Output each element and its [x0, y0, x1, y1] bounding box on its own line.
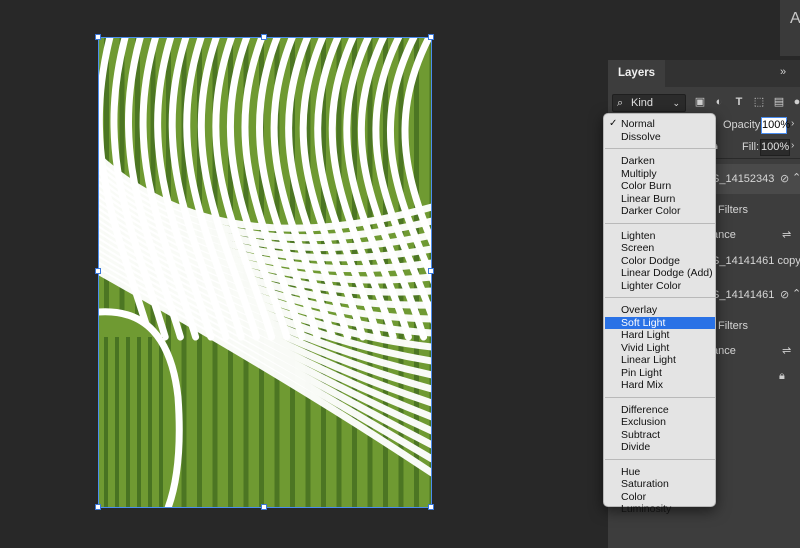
layer-filter-toolbar: ⌕ Kind ⌄ ▣ ◐ T ⬚ ▤ ●: [608, 90, 800, 114]
blend-mode-item-vivid-light[interactable]: Vivid Light: [605, 342, 715, 355]
smart-filters-label: Filters: [718, 320, 748, 332]
chevron-down-icon: ⌄: [672, 98, 680, 108]
menu-separator: [605, 458, 715, 460]
smart-filter-icon: ⊘: [780, 289, 790, 301]
opacity-label: Opacity:: [723, 119, 764, 131]
blend-mode-item-hue[interactable]: Hue: [605, 466, 715, 479]
shape-filter-icon[interactable]: ⬚: [752, 95, 766, 109]
blend-mode-item-color[interactable]: Color: [605, 491, 715, 504]
magnifier-icon: ⌕: [617, 97, 624, 109]
menu-separator: [605, 297, 715, 298]
layer-name: S_14141461 copy: [712, 255, 800, 267]
fill-dropdown-icon[interactable]: ›: [791, 140, 794, 151]
layer-name: S_14152343: [712, 173, 775, 185]
document-canvas[interactable]: [98, 37, 432, 508]
blend-mode-item-linear-burn[interactable]: Linear Burn: [605, 193, 715, 206]
filter-toggle-icon[interactable]: ●: [790, 95, 800, 109]
image-filter-icon[interactable]: ▣: [693, 95, 707, 109]
menu-separator: [605, 148, 715, 149]
blend-mode-item-hard-mix[interactable]: Hard Mix: [605, 379, 715, 392]
blend-mode-item-color-dodge[interactable]: Color Dodge: [605, 255, 715, 268]
blend-mode-item-exclusion[interactable]: Exclusion: [605, 416, 715, 429]
layer-name: S_14141461: [712, 289, 775, 301]
transform-handle-top-left[interactable]: [95, 34, 101, 40]
transform-handle-bottom-left[interactable]: [95, 504, 101, 510]
blend-mode-item-overlay[interactable]: Overlay: [605, 304, 715, 317]
blend-mode-item-normal[interactable]: Normal ✓: [605, 118, 715, 131]
fill-input[interactable]: 100%: [760, 139, 790, 156]
type-filter-icon[interactable]: T: [732, 95, 746, 109]
blend-mode-item-pin-light[interactable]: Pin Light: [605, 367, 715, 380]
adjustment-filter-icon[interactable]: ◐: [712, 95, 726, 109]
blend-mode-item-divide[interactable]: Divide: [605, 441, 715, 454]
blend-mode-item-subtract[interactable]: Subtract: [605, 429, 715, 442]
blend-mode-item-lighter-color[interactable]: Lighter Color: [605, 280, 715, 293]
blend-mode-item-multiply[interactable]: Multiply: [605, 168, 715, 181]
filter-options-icon[interactable]: ⇌: [782, 228, 791, 241]
blend-mode-item-color-burn[interactable]: Color Burn: [605, 180, 715, 193]
blend-mode-item-linear-light[interactable]: Linear Light: [605, 354, 715, 367]
kind-filter-label: Kind: [631, 97, 654, 109]
collapse-panel-icon[interactable]: »: [780, 66, 786, 78]
smart-filter-icon: ⊘: [780, 173, 790, 185]
transform-handle-top-right[interactable]: [428, 34, 434, 40]
blend-mode-item-darken[interactable]: Darken: [605, 155, 715, 168]
blend-mode-item-screen[interactable]: Screen: [605, 242, 715, 255]
filter-options-icon[interactable]: ⇌: [782, 344, 791, 357]
menu-separator: [605, 222, 715, 224]
transform-handle-bottom-right[interactable]: [428, 504, 434, 510]
blend-mode-menu: Normal ✓ Dissolve Darken Multiply Color Burn L…: [603, 113, 716, 515]
blend-mode-item-lighten[interactable]: Lighten: [605, 230, 715, 243]
blend-mode-item-hard-light[interactable]: Hard Light: [605, 329, 715, 342]
opacity-input[interactable]: 100%: [761, 117, 790, 134]
blend-mode-item-difference[interactable]: Difference: [605, 404, 715, 417]
expand-chevron-icon[interactable]: ⌃: [792, 287, 800, 300]
character-panel-glyph: A: [790, 10, 800, 27]
blend-mode-item-saturation[interactable]: Saturation: [605, 478, 715, 491]
smart-filters-label: Filters: [718, 204, 748, 216]
blend-mode-item-soft-light[interactable]: Soft Light: [605, 316, 715, 329]
tab-layers[interactable]: Layers: [608, 60, 666, 87]
transform-handle-middle-left[interactable]: [95, 268, 101, 274]
layers-panel-header: Layers »: [608, 60, 800, 87]
smart-object-filter-icon[interactable]: ▤: [772, 95, 786, 109]
blend-mode-item-luminosity[interactable]: Luminosity: [605, 503, 715, 516]
transform-handle-middle-right[interactable]: [428, 268, 434, 274]
checkmark-icon: ✓: [609, 118, 618, 129]
kind-filter-select[interactable]: ⌕ Kind ⌄: [612, 94, 686, 112]
opacity-dropdown-icon[interactable]: ›: [791, 118, 794, 129]
artwork-image: [98, 37, 432, 508]
menu-separator: [605, 396, 715, 398]
blend-mode-item-linear-dodge-add[interactable]: Linear Dodge (Add): [605, 267, 715, 280]
transform-handle-top-center[interactable]: [261, 34, 267, 40]
layer-lock-icon: 🔒︎: [779, 370, 785, 382]
blend-mode-item-darker-color[interactable]: Darker Color: [605, 205, 715, 218]
blend-mode-item-dissolve[interactable]: Dissolve: [605, 131, 715, 144]
expand-chevron-icon[interactable]: ⌃: [792, 171, 800, 184]
character-panel-strip[interactable]: A: [780, 0, 800, 56]
transform-handle-bottom-center[interactable]: [261, 504, 267, 510]
fill-label: Fill:: [742, 141, 760, 153]
